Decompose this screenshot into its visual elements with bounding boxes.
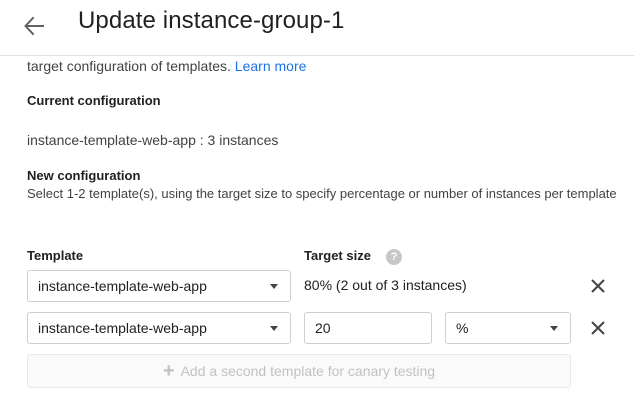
plus-icon: + [162,360,175,382]
new-config-heading: New configuration [27,168,141,183]
arrow-back-icon [24,16,44,36]
template-column-label: Template [27,248,84,263]
intro-text: target configuration of templates. Learn… [27,58,306,74]
new-config-help: Select 1-2 template(s), using the target… [27,186,617,201]
intro-description: target configuration of templates. [27,58,235,74]
template-select-1[interactable]: instance-template-web-app [27,270,291,302]
add-second-template-button[interactable]: + Add a second template for canary testi… [27,354,571,388]
template-select-2-value: instance-template-web-app [38,320,207,336]
add-second-template-label: Add a second template for canary testing [180,363,436,379]
back-button[interactable] [14,8,54,44]
learn-more-link[interactable]: Learn more [235,58,307,74]
target-size-column-label: Target size [304,248,371,263]
target-unit-select[interactable]: % [445,312,571,344]
template-select-1-value: instance-template-web-app [38,278,207,294]
target-size-readout: 80% (2 out of 3 instances) [304,277,467,293]
chevron-down-icon [550,326,558,331]
chevron-down-icon [270,284,278,289]
page-title: Update instance-group-1 [78,7,345,34]
remove-row-1-button[interactable] [584,272,612,300]
target-unit-value: % [456,320,469,336]
target-size-input-value: 20 [315,320,331,336]
close-icon [591,321,605,335]
page-header: Update instance-group-1 [0,0,634,56]
chevron-down-icon [270,326,278,331]
help-icon[interactable]: ? [386,249,402,265]
target-size-input[interactable]: 20 [304,312,432,344]
current-config-value: instance-template-web-app : 3 instances [27,132,279,148]
close-icon [591,279,605,293]
template-select-2[interactable]: instance-template-web-app [27,312,291,344]
current-config-heading: Current configuration [27,93,161,108]
remove-row-2-button[interactable] [584,314,612,342]
